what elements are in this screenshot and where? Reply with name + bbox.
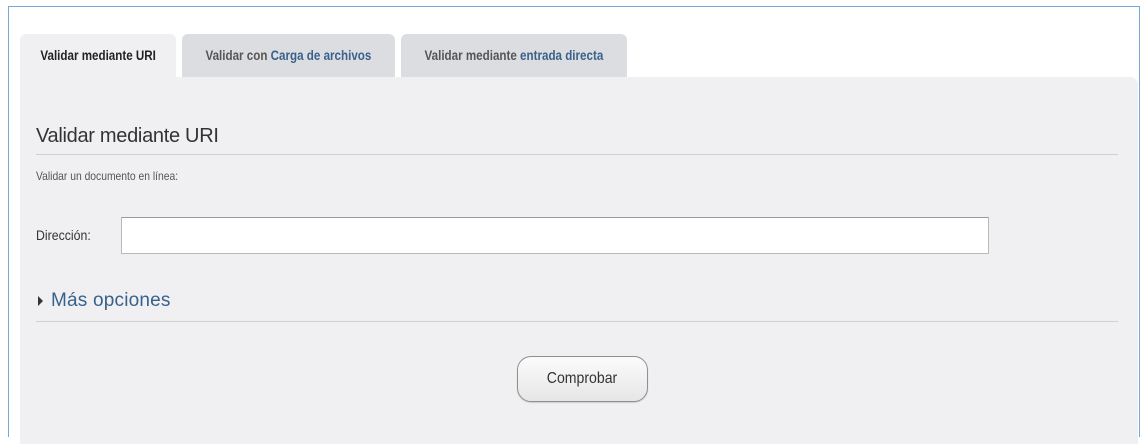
check-button-label: Comprobar bbox=[547, 370, 618, 387]
tab-label: Validar mediante bbox=[424, 48, 521, 63]
section-title: Validar mediante URI bbox=[36, 125, 219, 147]
tab-panel-validate-by-uri: Validar mediante URI Validar un document… bbox=[20, 77, 1138, 444]
divider bbox=[36, 154, 1118, 155]
tab-validate-by-direct-input[interactable]: Validar mediante entrada directa bbox=[401, 34, 627, 77]
validator-frame: Validar mediante URI Validar con Carga d… bbox=[8, 6, 1140, 444]
triangle-right-icon bbox=[38, 296, 43, 306]
tab-label: Validar mediante URI bbox=[40, 48, 156, 63]
tab-label-highlight: Carga de archivos bbox=[270, 48, 372, 63]
tab-label-highlight: entrada directa bbox=[520, 48, 604, 63]
more-options-toggle[interactable]: Más opciones bbox=[38, 290, 171, 312]
address-input[interactable] bbox=[121, 217, 989, 254]
more-options-label: Más opciones bbox=[51, 290, 171, 311]
tab-validate-by-file-upload[interactable]: Validar con Carga de archivos bbox=[182, 34, 395, 77]
tab-label: Validar con bbox=[205, 48, 271, 63]
address-label: Dirección: bbox=[36, 227, 91, 243]
divider bbox=[36, 321, 1118, 322]
tab-validate-by-uri[interactable]: Validar mediante URI bbox=[20, 34, 176, 77]
tab-bar: Validar mediante URI Validar con Carga d… bbox=[20, 34, 627, 77]
check-button[interactable]: Comprobar bbox=[517, 356, 648, 402]
section-description: Validar un documento en línea: bbox=[36, 169, 179, 183]
